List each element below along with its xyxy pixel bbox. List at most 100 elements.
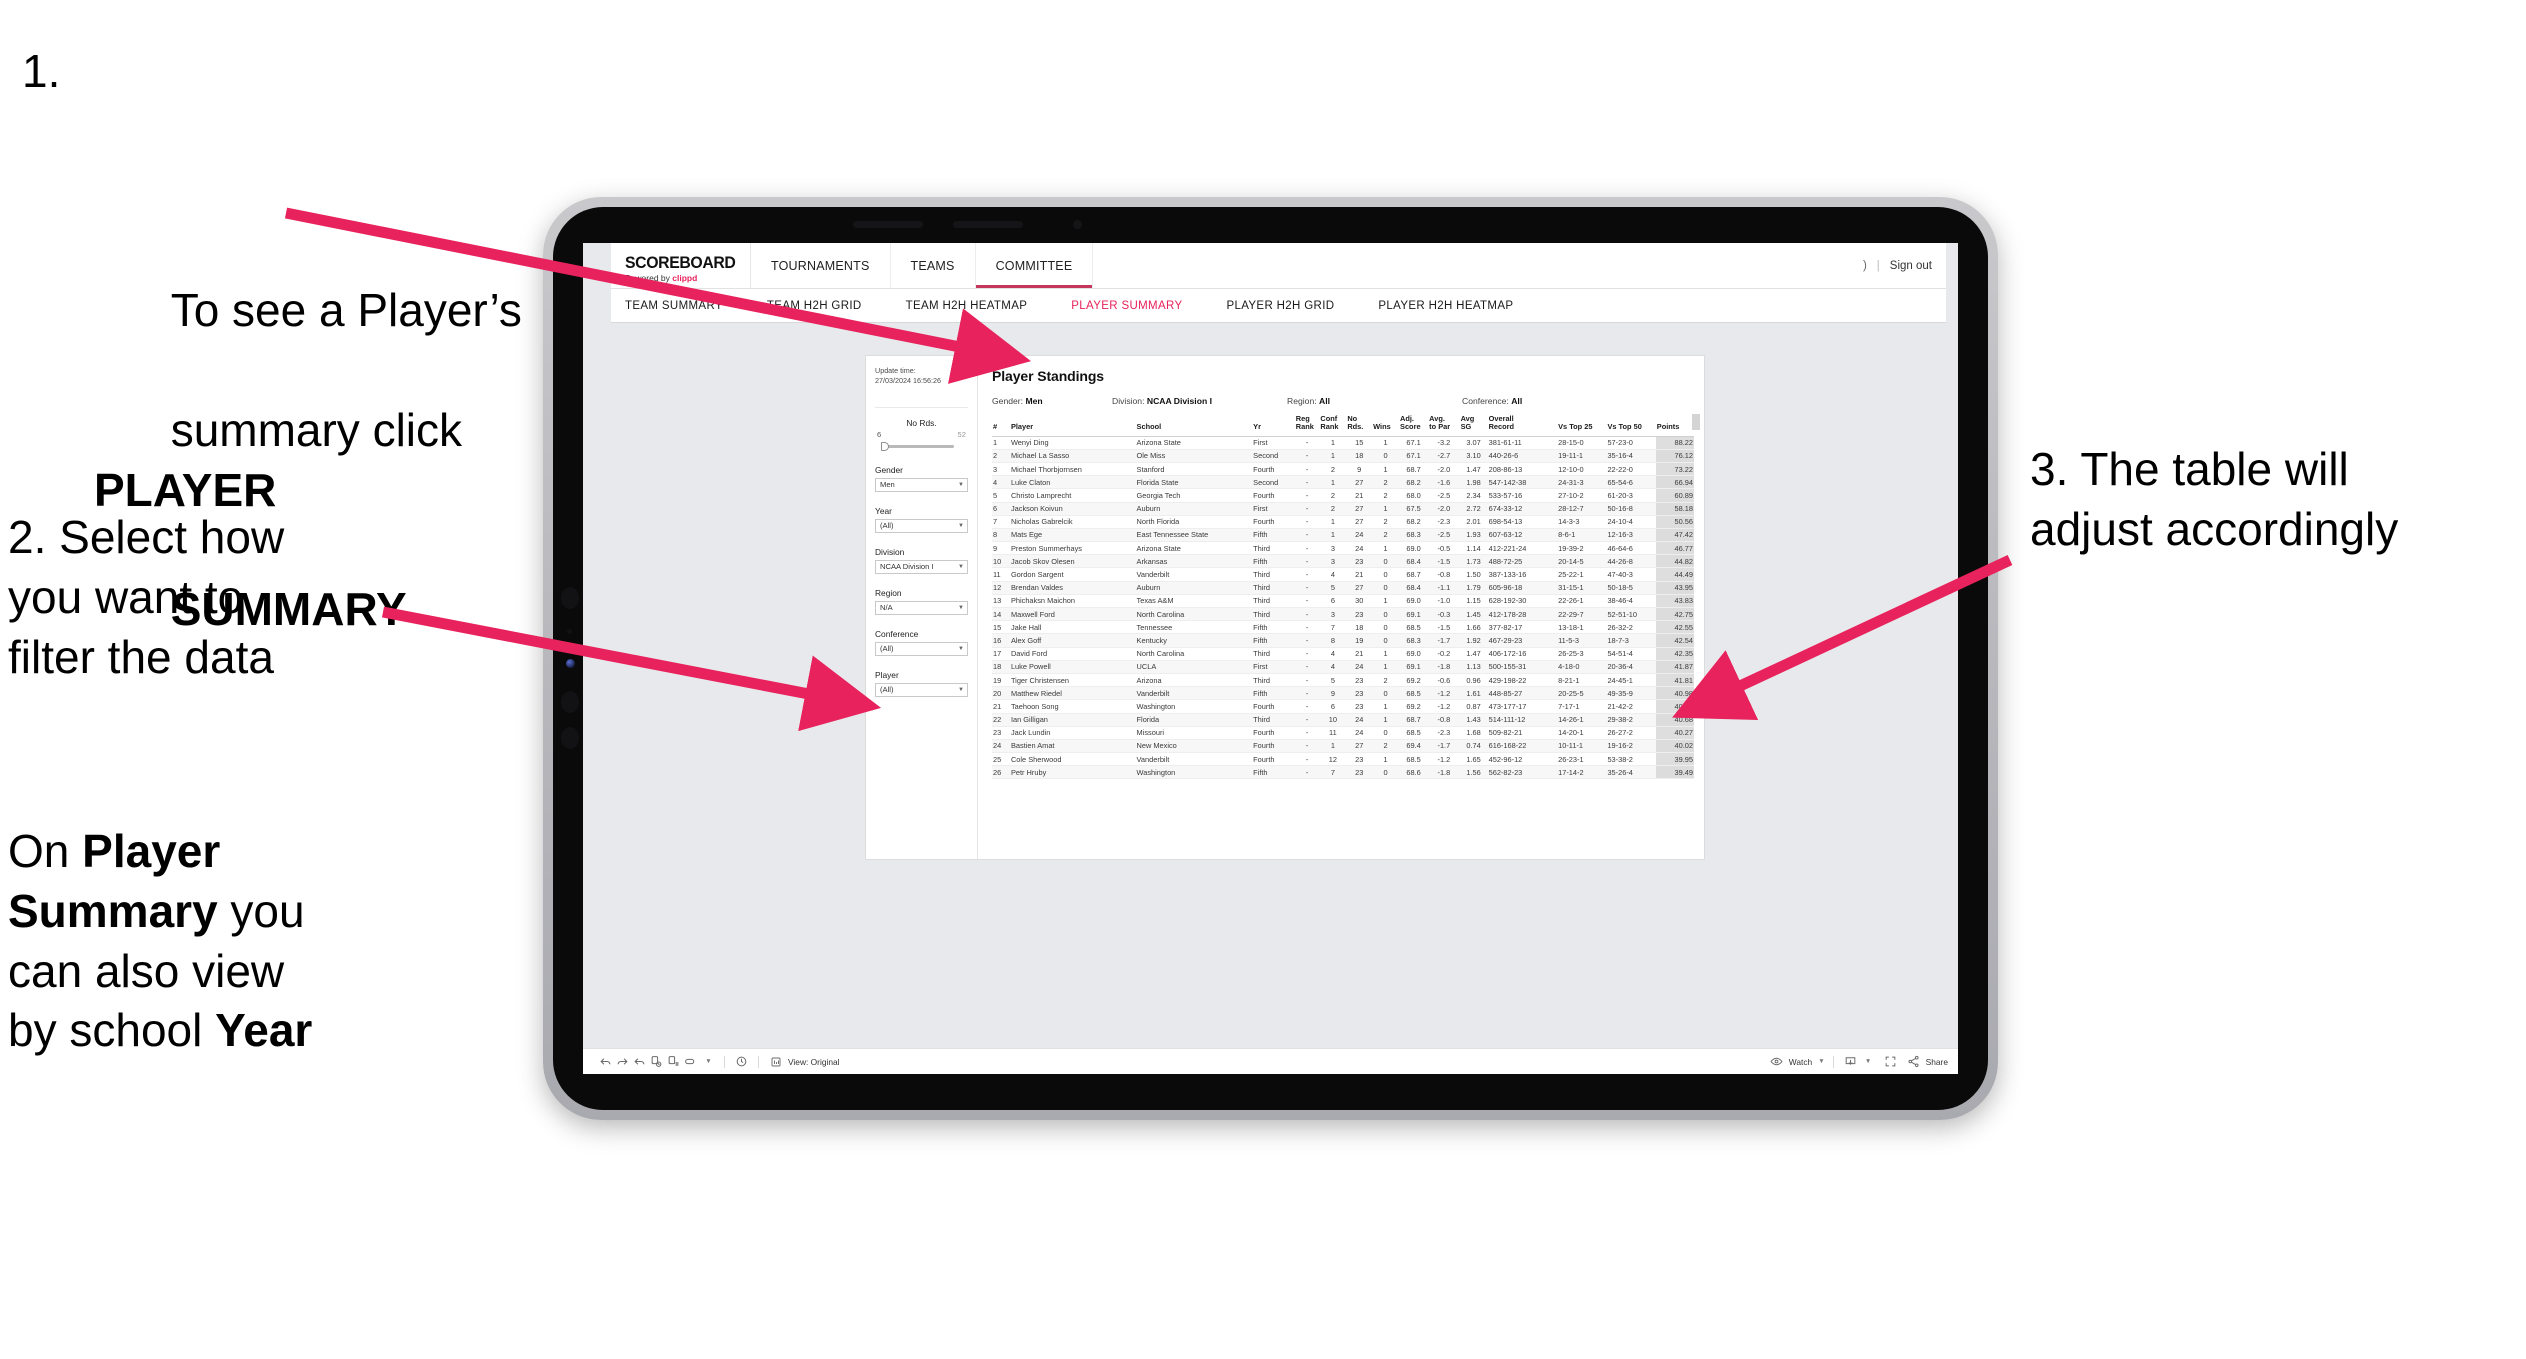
table-row[interactable]: 15 Jake Hall Tennessee Fifth -7 18 0 68.5 -1.5 1.… xyxy=(992,620,1694,635)
cell-player: Alex Goff xyxy=(1009,633,1136,648)
table-row[interactable]: 23 Jack Lundin Missouri Fourth -11 24 0 68.5 -2.… xyxy=(992,726,1694,740)
cell-wins: 2 xyxy=(1372,475,1400,490)
cell-vs-top-25: 20-25-5 xyxy=(1557,686,1607,701)
cell-no-rds: 27 xyxy=(1346,502,1373,516)
table-row[interactable]: 7 Nicholas Gabrelcik North Florida Fourth -1… xyxy=(992,515,1694,529)
table-row[interactable]: 20 Matthew Riedel Vanderbilt Fifth -9 23 0 68.5… xyxy=(992,686,1694,701)
column-header-player[interactable]: Player xyxy=(1009,415,1136,437)
cell-: 26 xyxy=(992,765,1010,780)
filter-year-select[interactable]: (All) ▼ xyxy=(875,518,968,533)
table-header-row: # Player School Yr Reg Rank Conf Rank No Rds. Wins… xyxy=(992,414,1694,437)
slider-track[interactable] xyxy=(875,441,968,451)
column-header-vs-top-25[interactable]: Vs Top 25 xyxy=(1557,415,1607,437)
table-row[interactable]: 4 Luke Claton Florida State Second -1 27 2 68.2… xyxy=(992,475,1694,490)
tab-team-summary[interactable]: TEAM SUMMARY xyxy=(625,300,745,312)
pause-resume-icon[interactable] xyxy=(682,1054,699,1070)
column-header-avg-sg[interactable]: Avg SG xyxy=(1459,414,1488,437)
brand-logo[interactable]: SCOREBOARD Powered by clippd xyxy=(611,243,751,288)
filter-no-rounds-slider[interactable]: No Rds. 6 52 xyxy=(875,418,968,451)
share-button[interactable]: Share xyxy=(1905,1054,1948,1070)
column-header-reg-rank[interactable]: Reg Rank xyxy=(1294,414,1320,437)
table-row[interactable]: 9 Preston Summerhays Arizona State Third -3 2… xyxy=(992,541,1694,556)
table-row[interactable]: 17 David Ford North Carolina Third -4 21 1 69.0… xyxy=(992,647,1694,661)
table-row[interactable]: 1 Wenyi Ding Arizona State First -1 15 1 67.1 -3… xyxy=(992,436,1694,450)
nav-item-tournaments[interactable]: TOURNAMENTS xyxy=(751,243,891,288)
table-row[interactable]: 3 Michael Thorbjornsen Stanford Fourth -2 9 1 6… xyxy=(992,462,1694,477)
table-row[interactable]: 14 Maxwell Ford North Carolina Third -3 23 0 69… xyxy=(992,607,1694,622)
column-header-[interactable]: # xyxy=(992,415,1010,437)
table-row[interactable]: 25 Cole Sherwood Vanderbilt Fourth -12 23 1 68.… xyxy=(992,752,1694,767)
tab-team-h2h-grid[interactable]: TEAM H2H GRID xyxy=(767,300,884,312)
table-row[interactable]: 24 Bastien Amat New Mexico Fourth -1 27 2 69.4-… xyxy=(992,739,1694,754)
column-header-wins[interactable]: Wins xyxy=(1372,415,1400,437)
nav-item-committee[interactable]: COMMITTEE xyxy=(975,243,1094,288)
table-row[interactable]: 13 Phichaksn Maichon Texas A&M Third -6 30 1 69… xyxy=(992,594,1694,609)
column-header-conf-rank[interactable]: Conf Rank xyxy=(1319,414,1347,437)
cell-conf-rank: 1 xyxy=(1319,515,1347,529)
cell-: 24 xyxy=(992,739,1010,754)
cell-: 11 xyxy=(992,567,1010,582)
nav-item-teams[interactable]: TEAMS xyxy=(890,243,976,288)
tab-team-h2h-heatmap[interactable]: TEAM H2H HEATMAP xyxy=(906,300,1050,312)
table-row[interactable]: 12 Brendan Valdes Auburn Third -5 27 0 68.4 -1.1… xyxy=(992,581,1694,595)
cell-no-rds: 18 xyxy=(1346,620,1373,635)
filter-region-select[interactable]: N/A ▼ xyxy=(875,600,968,615)
column-header-no-rds[interactable]: No Rds. xyxy=(1346,414,1373,437)
cell-school: Tennessee xyxy=(1135,620,1253,635)
table-row[interactable]: 19 Tiger Christensen Arizona Third -5 23 2 69.2… xyxy=(992,673,1694,688)
cell-conf-rank: 12 xyxy=(1319,752,1347,767)
filter-conference-select[interactable]: (All) ▼ xyxy=(875,641,968,656)
table-row[interactable]: 2 Michael La Sasso Ole Miss Second -1 18 0 67.1… xyxy=(992,449,1694,463)
filter-division-select[interactable]: NCAA Division I ▼ xyxy=(875,559,968,574)
slider-handle[interactable] xyxy=(881,441,889,451)
tab-player-h2h-heatmap[interactable]: PLAYER H2H HEATMAP xyxy=(1378,300,1535,312)
cell-adj-score: 68.6 xyxy=(1399,765,1429,780)
table-row[interactable]: 26 Petr Hruby Washington Fifth -7 23 0 68.6 -1.8… xyxy=(992,765,1694,780)
tab-player-summary[interactable]: PLAYER SUMMARY xyxy=(1071,300,1204,312)
chevron-down-icon[interactable]: ▼ xyxy=(699,1054,716,1070)
table-row[interactable]: 8 Mats Ege East Tennessee State Fifth -1 24 2 6… xyxy=(992,528,1694,543)
reset-icon[interactable] xyxy=(631,1054,648,1070)
view-original-button[interactable]: View: Original xyxy=(767,1054,840,1070)
annotation-1: 1. To see a Player’s summary click PLAYE… xyxy=(22,42,542,819)
cell-no-rds: 21 xyxy=(1346,567,1373,582)
column-header-overall-record[interactable]: Overall Record xyxy=(1487,414,1558,437)
user-chip[interactable]: ) xyxy=(1863,260,1867,272)
table-row[interactable]: 16 Alex Goff Kentucky Fifth -8 19 0 68.3 -1.7 1.9… xyxy=(992,633,1694,648)
table-scrollbar[interactable] xyxy=(1692,414,1700,430)
redo-icon[interactable] xyxy=(614,1054,631,1070)
table-row[interactable]: 6 Jackson Koivun Auburn First -2 27 1 67.5 -2.0 2… xyxy=(992,502,1694,516)
refresh-icon[interactable] xyxy=(733,1054,750,1070)
camera-lens-bottom xyxy=(561,727,579,749)
column-header-yr[interactable]: Yr xyxy=(1252,415,1295,437)
column-header-adj-score[interactable]: Adj. Score xyxy=(1399,414,1429,437)
refresh-data-icon[interactable] xyxy=(648,1054,665,1070)
table-row[interactable]: 21 Taehoon Song Washington Fourth -6 23 1 69.2-… xyxy=(992,699,1694,714)
cell-conf-rank: 9 xyxy=(1319,686,1347,701)
cell-vs-top-50: 29-38-2 xyxy=(1606,713,1656,727)
fullscreen-icon[interactable] xyxy=(1882,1054,1899,1070)
table-row[interactable]: 5 Christo Lamprecht Georgia Tech Fourth -2 21… xyxy=(992,488,1694,503)
watch-button[interactable]: Watch ▼ xyxy=(1768,1054,1825,1070)
filter-player-select[interactable]: (All) ▼ xyxy=(875,682,968,697)
tab-player-h2h-grid[interactable]: PLAYER H2H GRID xyxy=(1226,300,1356,312)
download-icon[interactable] xyxy=(1842,1054,1859,1070)
undo-icon[interactable] xyxy=(597,1054,614,1070)
table-row[interactable]: 22 Ian Gilligan Florida Third -10 24 1 68.7 -0.8… xyxy=(992,713,1694,727)
cell-vs-top-25: 4-18-0 xyxy=(1557,660,1607,674)
table-row[interactable]: 18 Luke Powell UCLA First -4 24 1 69.1 -1.8 1.13 5… xyxy=(992,660,1694,674)
pause-auto-updates-icon[interactable] xyxy=(665,1054,682,1070)
cell-school: Vanderbilt xyxy=(1135,686,1253,701)
sign-out-link[interactable]: Sign out xyxy=(1890,260,1932,272)
column-header-points[interactable]: Points xyxy=(1655,415,1694,437)
cell-points: 39.49 xyxy=(1655,765,1694,780)
column-header-school[interactable]: School xyxy=(1135,415,1253,437)
filter-gender-select[interactable]: Men ▼ xyxy=(875,477,968,492)
column-header-vs-top-50[interactable]: Vs Top 50 xyxy=(1606,415,1656,437)
column-header-avg-to-par[interactable]: Avg. to Par xyxy=(1428,414,1460,437)
filter-summary-division-value: NCAA Division I xyxy=(1146,396,1212,406)
table-row[interactable]: 10 Jacob Skov Olesen Arkansas Fifth -3 23 0 68.… xyxy=(992,554,1694,569)
table-row[interactable]: 11 Gordon Sargent Vanderbilt Third -4 21 0 68.7… xyxy=(992,567,1694,582)
cell-adj-score: 69.0 xyxy=(1399,594,1429,609)
chevron-down-icon[interactable]: ▼ xyxy=(1859,1054,1876,1070)
